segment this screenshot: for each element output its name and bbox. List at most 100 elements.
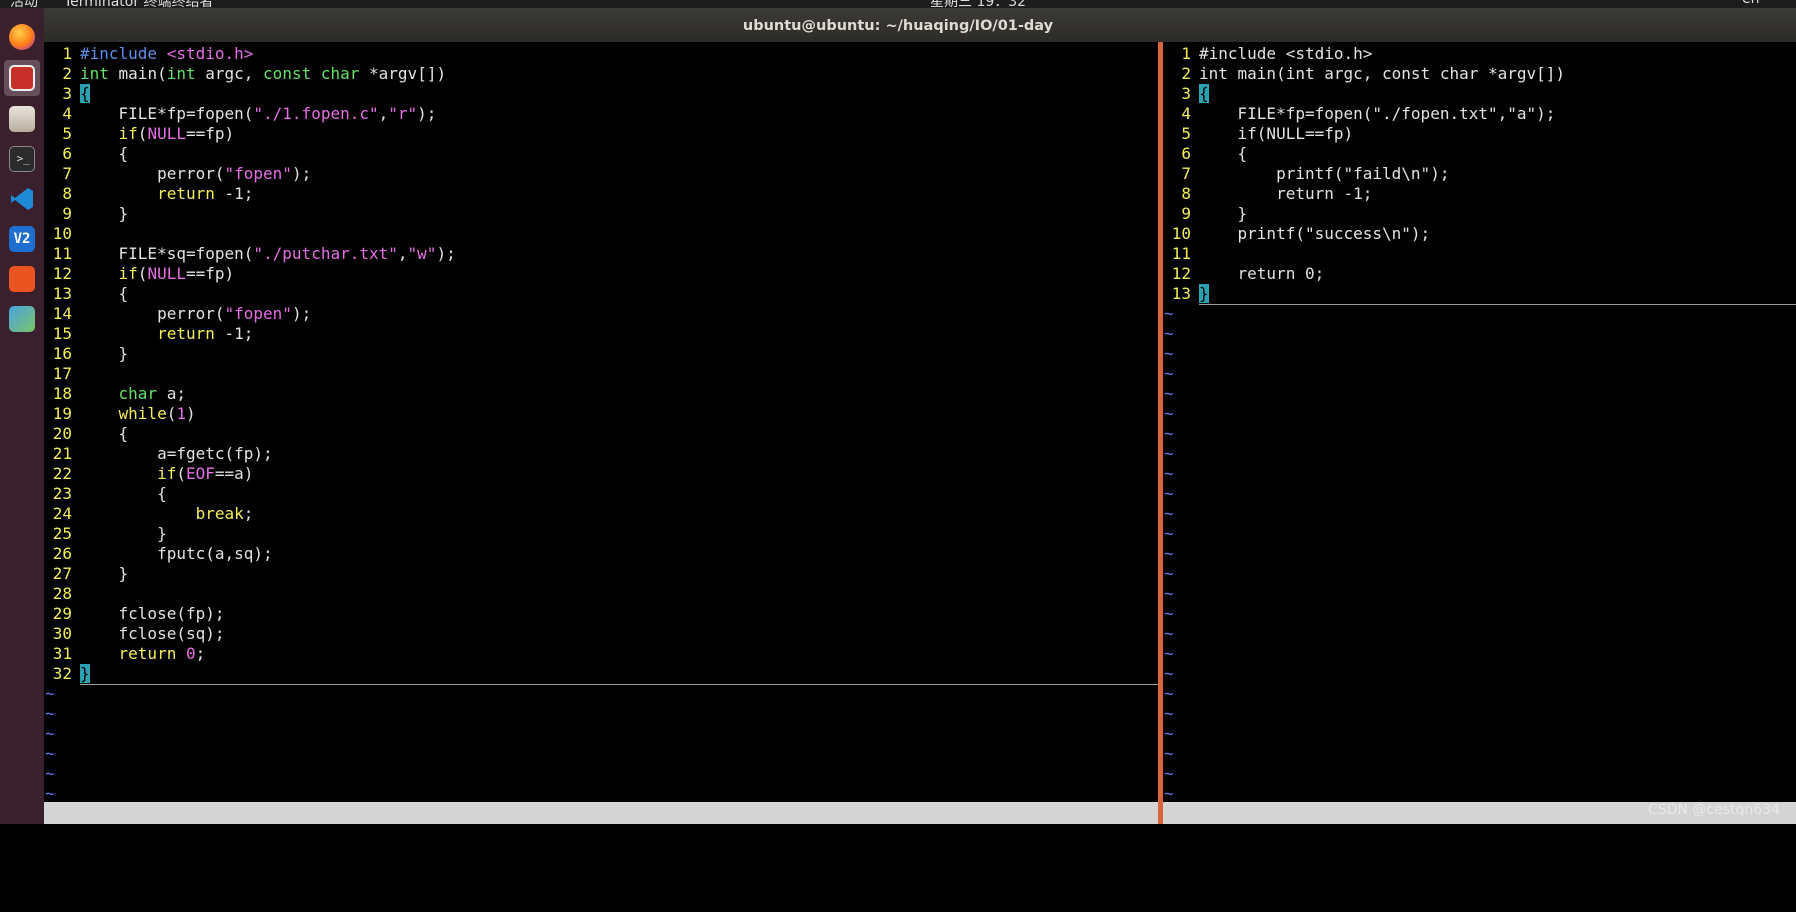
code-line[interactable]: 13} xyxy=(1163,284,1796,305)
status-filename: 6.putget.c xyxy=(45,825,142,844)
code-line[interactable]: 6 { xyxy=(44,144,1158,164)
code-area[interactable]: 1 #include <stdio.h> 2 int main(int argc, c… xyxy=(1163,44,1796,804)
code-token: int main(int argc, const char *argv[]) xyxy=(1199,64,1566,83)
empty-line-marker: ~ xyxy=(45,724,55,743)
code-line[interactable]: 19 while(1) xyxy=(44,404,1158,424)
code-line[interactable]: 5 if(NULL==fp) xyxy=(1163,124,1796,144)
code-token: "w" xyxy=(407,244,437,263)
clock[interactable]: 星期三 19：32 xyxy=(930,0,1026,8)
code-area[interactable]: 1 #include <stdio.h> 2 int main(int argc, c… xyxy=(44,44,1158,804)
code-token: "./putchar.txt" xyxy=(253,244,398,263)
code-line[interactable]: 8 return -1; xyxy=(1163,184,1796,204)
code-line[interactable]: 4 FILE*fp=fopen("./1.fopen.c","r"); xyxy=(44,104,1158,124)
line-number: 8 xyxy=(1181,184,1191,203)
code-line[interactable]: 7 perror("fopen"); xyxy=(44,164,1158,184)
settings-icon[interactable] xyxy=(9,306,35,332)
code-token: char xyxy=(118,384,158,403)
code-line[interactable]: 30 fclose(sq); xyxy=(44,624,1158,644)
empty-line-marker: ~ xyxy=(1164,444,1174,463)
line-number: 13 xyxy=(52,284,72,303)
code-token: } xyxy=(80,204,129,223)
code-token: -1; xyxy=(214,184,254,203)
code-line[interactable]: 4 FILE*fp=fopen("./fopen.txt","a"); xyxy=(1163,104,1796,124)
empty-line-marker: ~ xyxy=(45,784,55,803)
code-token: } xyxy=(80,344,129,363)
code-line[interactable]: 3{ xyxy=(1163,84,1796,104)
code-line[interactable]: 15 return -1; xyxy=(44,324,1158,344)
code-line[interactable]: 5 if(NULL==fp) xyxy=(44,124,1158,144)
vim-pane-right[interactable]: 1 #include <stdio.h> 2 int main(int argc, c… xyxy=(1163,42,1796,866)
code-line[interactable]: 3{ xyxy=(44,84,1158,104)
code-line[interactable]: 14 perror("fopen"); xyxy=(44,304,1158,324)
vim-pane-left[interactable]: 1 #include <stdio.h> 2 int main(int argc, c… xyxy=(44,42,1158,888)
software-store-icon[interactable] xyxy=(9,266,35,292)
line-number: 5 xyxy=(1181,124,1191,143)
code-token: perror( xyxy=(80,164,225,183)
code-line[interactable]: 11 FILE*sq=fopen("./putchar.txt","w"); xyxy=(44,244,1158,264)
line-number: 10 xyxy=(52,224,72,243)
code-token: while xyxy=(118,404,167,423)
code-line[interactable]: 16 } xyxy=(44,344,1158,364)
window-titlebar[interactable]: ubuntu@ubuntu: ~/huaqing/IO/01-day xyxy=(0,8,1796,42)
empty-line-marker: ~ xyxy=(1164,564,1174,583)
code-line[interactable]: 31 return 0; xyxy=(44,644,1158,664)
code-line[interactable]: 13 { xyxy=(44,284,1158,304)
code-line[interactable]: 7 printf("faild\n"); xyxy=(1163,164,1796,184)
code-line[interactable]: 23 { xyxy=(44,484,1158,504)
code-token: int xyxy=(166,64,196,83)
line-number: 15 xyxy=(52,324,72,343)
vscode-icon[interactable] xyxy=(9,186,35,212)
line-number: 17 xyxy=(52,364,72,383)
code-line[interactable]: 8 return -1; xyxy=(44,184,1158,204)
empty-line-marker: ~ xyxy=(1164,764,1174,783)
code-token: fclose(fp); xyxy=(80,604,225,623)
code-token: return xyxy=(118,644,177,663)
code-line[interactable]: 29 fclose(fp); xyxy=(44,604,1158,624)
vs-icon[interactable]: V2 xyxy=(9,226,35,252)
line-number: 19 xyxy=(52,404,72,423)
code-line[interactable]: 22 if(EOF==a) xyxy=(44,464,1158,484)
terminator-icon[interactable] xyxy=(9,65,35,91)
code-line[interactable]: 2 int main(int argc, const char *argv[]) xyxy=(1163,64,1796,84)
code-line[interactable]: 10 printf("success\n"); xyxy=(1163,224,1796,244)
code-line[interactable]: 17 xyxy=(44,364,1158,384)
code-line[interactable]: 32} xyxy=(44,664,1158,685)
code-token: return xyxy=(157,324,215,343)
app-menu[interactable]: Terminator 终端终结者 xyxy=(64,0,214,8)
code-line[interactable]: 9 } xyxy=(44,204,1158,224)
code-line[interactable]: 12 return 0; xyxy=(1163,264,1796,284)
files-icon[interactable] xyxy=(9,106,35,132)
code-line[interactable]: 25 } xyxy=(44,524,1158,544)
code-line[interactable]: 21 a=fgetc(fp); xyxy=(44,444,1158,464)
code-line[interactable]: 1 #include <stdio.h> xyxy=(1163,44,1796,64)
code-line[interactable]: 28 xyxy=(44,584,1158,604)
activities-button[interactable]: 活动 xyxy=(10,0,38,8)
code-line[interactable]: 27 } xyxy=(44,564,1158,584)
code-token: *argv[]) xyxy=(359,64,447,83)
code-line[interactable]: 24 break; xyxy=(44,504,1158,524)
language-indicator[interactable]: en xyxy=(1742,0,1760,7)
code-line[interactable]: 6 { xyxy=(1163,144,1796,164)
code-line[interactable]: 18 char a; xyxy=(44,384,1158,404)
code-token: EOF xyxy=(185,464,215,483)
code-line[interactable]: 12 if(NULL==fp) xyxy=(44,264,1158,284)
firefox-icon[interactable] xyxy=(9,24,35,50)
terminal-icon[interactable]: >_ xyxy=(9,146,35,172)
line-number: 30 xyxy=(52,624,72,643)
code-token: NULL xyxy=(147,124,186,143)
code-line[interactable]: 9 } xyxy=(1163,204,1796,224)
code-line[interactable]: 26 fputc(a,sq); xyxy=(44,544,1158,564)
code-token: ==a) xyxy=(214,464,254,483)
code-line[interactable]: 2 int main(int argc, const char *argv[]) xyxy=(44,64,1158,84)
line-number: 3 xyxy=(62,84,72,103)
code-line[interactable]: 1 #include <stdio.h> xyxy=(44,44,1158,64)
code-line[interactable]: 11 xyxy=(1163,244,1796,264)
code-token: if xyxy=(118,264,138,283)
window-title: ubuntu@ubuntu: ~/huaqing/IO/01-day xyxy=(742,18,1054,34)
code-line[interactable]: 10 xyxy=(44,224,1158,244)
text-cursor: } xyxy=(80,664,90,683)
code-token: "fopen" xyxy=(224,164,292,183)
code-line[interactable]: 20 { xyxy=(44,424,1158,444)
